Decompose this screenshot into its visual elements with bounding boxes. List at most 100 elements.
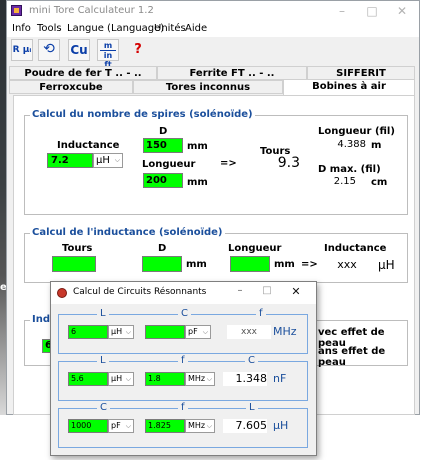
permeability-icon: R μᵢ: [12, 45, 32, 55]
row3-c-unit: pF: [111, 421, 121, 430]
toolbar: R μᵢ ⟲ Cu m in ft ?: [7, 37, 419, 69]
inductance-unit-value: µH: [96, 155, 110, 166]
row3-c-unit-select[interactable]: pF ⌵: [108, 419, 134, 433]
row3-label-1: C: [97, 402, 110, 413]
row1-l-unit-select[interactable]: µH ⌵: [108, 325, 134, 339]
row1-label-2: C: [178, 308, 191, 319]
row2-f-unit-select[interactable]: MHz ⌵: [185, 372, 215, 386]
row1-c-input[interactable]: [145, 325, 185, 339]
row3-l-output: 7.605: [223, 419, 267, 433]
row1-label-3: f: [256, 308, 266, 319]
row2-l-input[interactable]: 5.6: [68, 372, 108, 386]
d-unit: mm: [187, 141, 208, 152]
row1-l-unit: µH: [111, 327, 123, 336]
row3-label-2: f: [178, 402, 188, 413]
dialog-close-button[interactable]: ✕: [284, 285, 308, 301]
dmax-label: D max. (fil): [318, 164, 381, 175]
longueur-input[interactable]: 200: [143, 173, 183, 188]
menu-langue[interactable]: Langue (Language): [67, 23, 164, 34]
inductance-unit-select[interactable]: µH ⌵: [93, 153, 123, 168]
d2-input[interactable]: [142, 256, 182, 272]
row3-l-unit: µH: [273, 419, 289, 432]
resonant-circuit-dialog: Calcul de Circuits Résonnants – □ ✕ L C …: [50, 281, 317, 456]
permeability-button[interactable]: R μᵢ: [11, 39, 33, 61]
longueur-fil-unit: m: [371, 140, 382, 151]
arrow-1: =>: [220, 158, 237, 169]
row3-label-3: L: [246, 402, 258, 413]
coil-icon: ⟲: [43, 41, 55, 57]
dialog-minimize-button[interactable]: –: [229, 285, 251, 301]
row2-label-3: C: [245, 355, 258, 366]
dialog-app-icon: [57, 288, 67, 298]
row2-l-unit: µH: [111, 374, 123, 383]
chevron-down-icon: ⌵: [125, 375, 131, 383]
longueur-unit: mm: [187, 177, 208, 188]
longueur-fil-output: 4.388: [316, 139, 366, 151]
tours-input-label: Tours: [62, 243, 93, 254]
menu-unites[interactable]: Unités: [154, 23, 186, 34]
copper-icon: Cu: [70, 43, 88, 57]
row3-c-input[interactable]: 1000: [68, 419, 108, 433]
title-bar: mini Tore Calculateur 1.2 – □ ✕: [7, 1, 419, 21]
inductance2-unit: µH: [378, 258, 395, 272]
row2-f-unit: MHz: [188, 374, 206, 383]
row2-l-unit-select[interactable]: µH ⌵: [108, 372, 134, 386]
app-icon: [11, 5, 22, 16]
close-button[interactable]: ✕: [387, 1, 417, 21]
chevron-down-icon: ⌵: [114, 156, 120, 164]
menu-tools[interactable]: Tools: [37, 23, 62, 34]
inductance2-label: Inductance: [324, 243, 387, 254]
row1-c-unit: pF: [188, 327, 198, 336]
help-button[interactable]: ?: [127, 39, 149, 61]
menu-bar: Info Tools Langue (Language) Unités Aide: [7, 21, 419, 37]
d2-label: D: [158, 243, 167, 254]
option-sans-effet-de-peau[interactable]: ans effet de peau: [318, 346, 414, 368]
dialog-maximize-button[interactable]: □: [256, 285, 278, 301]
tab-ferrite[interactable]: Ferrite FT .. - ..: [157, 66, 307, 80]
window-title: mini Tore Calculateur 1.2: [29, 5, 154, 16]
row2-label-2: f: [178, 355, 188, 366]
units-button[interactable]: m in ft: [97, 39, 119, 69]
units-icon-top: m: [103, 41, 113, 50]
row3-f-unit-select[interactable]: MHz ⌵: [185, 419, 215, 433]
menu-info[interactable]: Info: [12, 23, 31, 34]
longueur2-label: Longueur: [228, 243, 282, 254]
inductance2-output: xxx: [322, 257, 372, 273]
inductance-group-title: Calcul de l'inductance (solénoïde): [30, 227, 225, 238]
row1-f-output: xxx: [227, 325, 271, 339]
tab-poudre-de-fer[interactable]: Poudre de fer T .. - ..: [9, 66, 157, 80]
d-label: D: [159, 126, 168, 137]
chevron-down-icon: ⌵: [202, 328, 208, 336]
question-icon: ?: [134, 42, 142, 57]
dmax-unit: cm: [371, 177, 388, 188]
maximize-button[interactable]: □: [357, 1, 387, 21]
chevron-down-icon: ⌵: [125, 422, 131, 430]
d2-unit: mm: [186, 259, 207, 270]
d-input[interactable]: 150: [143, 138, 183, 153]
tab-ferroxcube[interactable]: Ferroxcube: [9, 80, 133, 94]
inductance-input[interactable]: 7.2: [47, 153, 93, 168]
longueur-label: Longueur: [142, 159, 196, 170]
coil-button[interactable]: ⟲: [38, 39, 60, 61]
row1-l-input[interactable]: 6: [68, 325, 108, 339]
longueur2-unit: mm: [274, 259, 295, 270]
tab-sifferit[interactable]: SIFFERIT: [307, 66, 415, 80]
row2-c-output: 1.348: [223, 372, 267, 386]
row2-f-input[interactable]: 1.8: [145, 372, 185, 386]
copper-button[interactable]: Cu: [68, 39, 90, 61]
tours-input[interactable]: [52, 256, 96, 272]
row2-label-1: L: [97, 355, 109, 366]
minimize-button[interactable]: –: [327, 1, 357, 21]
tab-tores-inconnus[interactable]: Tores inconnus: [133, 80, 283, 94]
row1-c-unit-select[interactable]: pF ⌵: [185, 325, 211, 339]
longueur2-input[interactable]: [230, 256, 270, 272]
row3-f-input[interactable]: 1.825: [145, 419, 185, 433]
tab-bobines-a-air[interactable]: Bobines à air: [283, 79, 415, 96]
dmax-output: 2.15: [316, 176, 356, 188]
dialog-title: Calcul de Circuits Résonnants: [73, 287, 207, 297]
chevron-down-icon: ⌵: [125, 328, 131, 336]
arrow-2: =>: [301, 259, 318, 270]
menu-aide[interactable]: Aide: [185, 23, 207, 34]
chevron-down-icon: ⌵: [206, 375, 212, 383]
tours-output: 9.3: [244, 155, 300, 171]
